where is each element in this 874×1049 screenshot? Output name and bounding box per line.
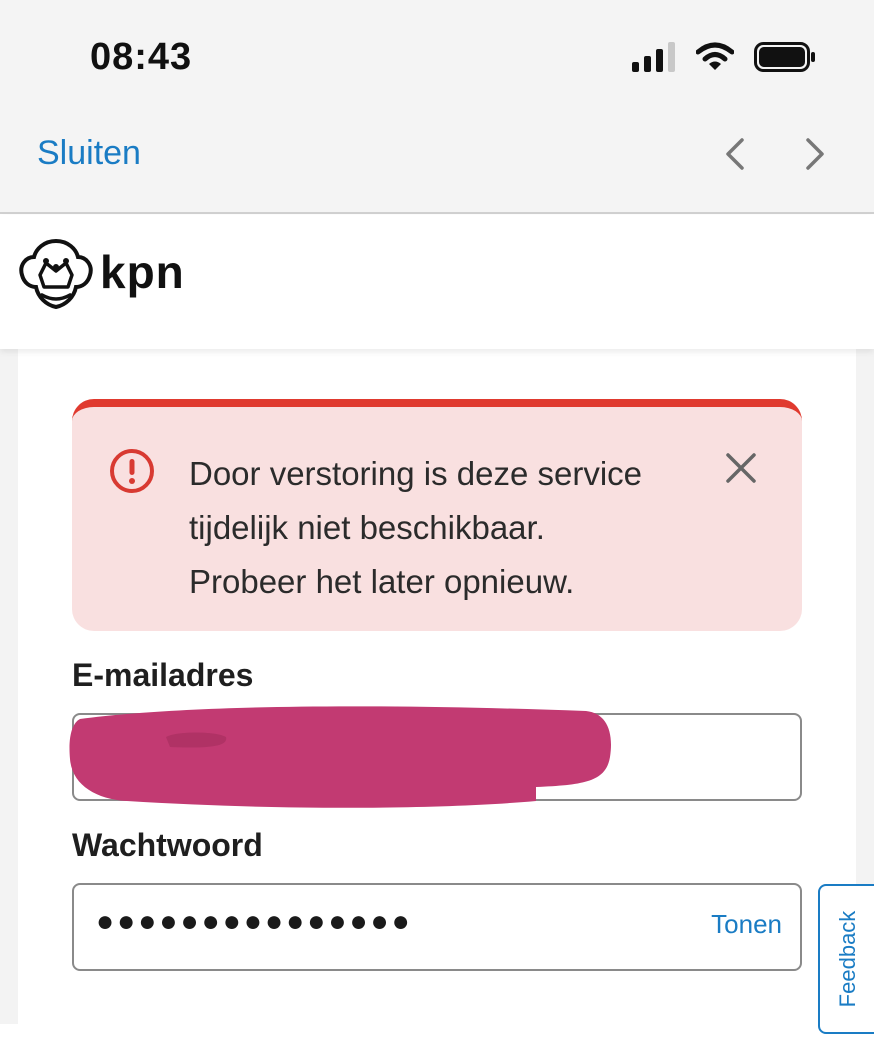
battery-icon: [754, 42, 815, 72]
close-icon[interactable]: [724, 451, 758, 485]
redaction-scribble: [69, 706, 611, 808]
alert-message-line: Probeer het later opnieuw.: [189, 563, 575, 600]
error-alert: Door verstoring is deze service tijdelij…: [72, 399, 802, 631]
browser-nav-bar: Sluiten: [0, 108, 874, 214]
show-password-button[interactable]: Tonen: [711, 909, 782, 940]
forward-arrow-icon[interactable]: [794, 134, 834, 174]
alert-message-line: tijdelijk niet beschikbaar.: [189, 509, 545, 546]
wifi-icon: [696, 42, 734, 70]
kpn-logo-text: kpn: [100, 246, 185, 298]
status-time: 08:43: [90, 36, 193, 78]
status-bar: 08:43: [0, 0, 874, 108]
back-arrow-icon[interactable]: [716, 134, 756, 174]
close-button[interactable]: Sluiten: [37, 134, 141, 173]
password-field[interactable]: ●●●●●●●●●●●●●●● Tonen: [72, 883, 802, 971]
email-field[interactable]: [69, 706, 802, 808]
page-content: Door verstoring is deze service tijdelij…: [0, 349, 874, 1049]
kpn-crown-logo-icon: [19, 238, 93, 310]
cellular-signal-icon: [632, 42, 675, 72]
feedback-tab[interactable]: Feedback: [818, 884, 874, 1034]
feedback-label: Feedback: [835, 910, 860, 1008]
alert-message-line: Door verstoring is deze service: [189, 455, 643, 492]
error-icon: [110, 449, 154, 493]
status-icons: [632, 42, 816, 72]
login-card: Door verstoring is deze service tijdelij…: [18, 349, 856, 1049]
password-value: ●●●●●●●●●●●●●●●: [96, 905, 413, 938]
site-header: kpn: [0, 215, 874, 349]
email-label: E-mailadres: [72, 657, 254, 693]
alert-message: Door verstoring is deze service tijdelij…: [189, 447, 719, 609]
password-label: Wachtwoord: [72, 827, 263, 863]
